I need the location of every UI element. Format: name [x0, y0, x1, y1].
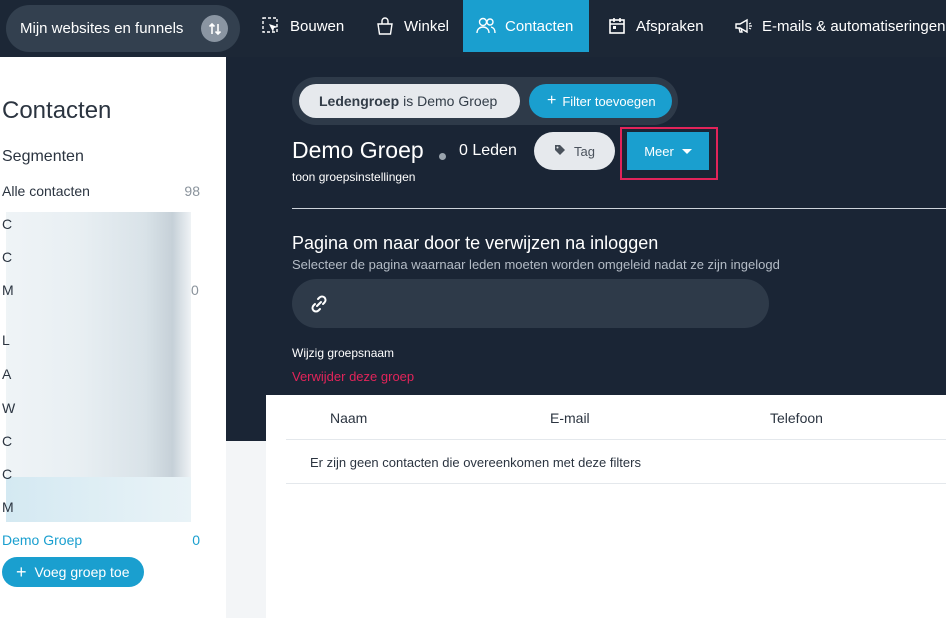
add-filter-label: Filter toevoegen	[562, 93, 656, 109]
sidebar-item-stub[interactable]: C	[2, 433, 12, 449]
sidebar-item-label: Demo Groep	[2, 532, 83, 548]
redirect-url-field[interactable]	[292, 279, 769, 328]
content-gutter	[226, 441, 266, 618]
add-group-button[interactable]: + Voeg groep toe	[2, 557, 144, 587]
tag-icon	[554, 144, 566, 159]
nav-item-winkel[interactable]: Winkel	[368, 0, 456, 52]
nav-label: Contacten	[505, 17, 574, 35]
calendar-icon	[606, 15, 628, 37]
more-label: Meer	[644, 143, 674, 159]
sidebar-item-stub[interactable]: C	[2, 249, 12, 265]
more-dropdown-button[interactable]: Meer	[627, 132, 709, 170]
sidebar-item-count: 98	[184, 183, 200, 199]
build-icon	[260, 15, 282, 37]
megaphone-icon	[732, 15, 754, 37]
column-header-phone[interactable]: Telefoon	[770, 410, 823, 426]
empty-state-message: Er zijn geen contacten die overeenkomen …	[310, 455, 641, 470]
group-title: Demo Groep	[292, 137, 424, 163]
highlight-box: Meer	[620, 127, 718, 180]
delete-group-link[interactable]: Verwijder deze groep	[292, 369, 414, 384]
sidebar-item-stub[interactable]: C	[2, 466, 12, 482]
nav-label: Winkel	[404, 17, 450, 35]
sidebar-item-stub[interactable]: M	[2, 499, 14, 515]
segments-heading: Segmenten	[2, 148, 84, 165]
plus-icon: +	[547, 92, 557, 109]
sidebar-item-all-contacts[interactable]: Alle contacten 98	[2, 183, 200, 199]
sidebar-heading-stub: L	[2, 332, 10, 348]
tag-button[interactable]: Tag	[534, 132, 615, 170]
blurred-list-region	[6, 477, 191, 522]
sidebar-item-count: 0	[192, 532, 200, 548]
sidebar-title: Contacten	[2, 97, 112, 124]
add-filter-button[interactable]: + Filter toevoegen	[529, 84, 672, 118]
rename-group-link[interactable]: Wijzig groepsnaam	[292, 346, 394, 360]
redirect-subtitle: Selecteer de pagina waarnaar leden moete…	[292, 257, 780, 272]
contacts-table: Naam E-mail Telefoon Er zijn geen contac…	[266, 395, 946, 618]
sidebar-item-demo-groep[interactable]: Demo Groep 0	[2, 532, 200, 548]
blurred-list-region	[6, 212, 191, 522]
divider	[292, 208, 946, 209]
filter-chip-key: Ledengroep	[319, 93, 400, 109]
header-divider	[286, 439, 946, 440]
swap-arrows-icon[interactable]	[201, 15, 228, 42]
sidebar-item-stub[interactable]: W	[2, 400, 15, 416]
member-count: 0 Leden	[459, 142, 517, 159]
site-switcher-label: Mijn websites en funnels	[20, 20, 184, 37]
row-divider	[286, 483, 946, 484]
main-content: Ledengroep is Demo Groep + Filter toevoe…	[226, 57, 946, 618]
tag-label: Tag	[574, 143, 595, 159]
filter-chip[interactable]: Ledengroep is Demo Groep	[299, 84, 520, 118]
caret-down-icon	[681, 148, 692, 154]
sidebar: Contacten Segmenten Alle contacten 98 C …	[0, 57, 226, 618]
nav-item-emails[interactable]: E-mails & automatiseringen	[726, 0, 946, 52]
nav-label: Bouwen	[290, 17, 345, 35]
column-header-name[interactable]: Naam	[330, 410, 367, 426]
group-settings-link[interactable]: toon groepsinstellingen	[292, 170, 415, 184]
nav-item-afspraken[interactable]: Afspraken	[600, 0, 720, 52]
shop-bag-icon	[374, 15, 396, 37]
sidebar-item-count: 0	[191, 282, 199, 298]
sidebar-item-stub[interactable]: A	[2, 366, 11, 382]
top-navigation: Mijn websites en funnels Bouwen Winkel C…	[0, 0, 946, 57]
add-group-label: Voeg groep toe	[34, 564, 130, 580]
nav-item-bouwen[interactable]: Bouwen	[254, 0, 354, 52]
filter-bar: Ledengroep is Demo Groep + Filter toevoe…	[292, 77, 678, 125]
contacts-icon	[475, 15, 497, 37]
redirect-title: Pagina om naar door te verwijzen na inlo…	[292, 233, 659, 253]
sidebar-item-label: Alle contacten	[2, 183, 90, 199]
sidebar-item-stub[interactable]: C	[2, 216, 12, 232]
separator-dot	[439, 153, 446, 160]
plus-icon: +	[16, 562, 27, 582]
sidebar-item-stub[interactable]: M	[2, 282, 14, 298]
filter-chip-value: is Demo Groep	[403, 93, 498, 109]
nav-label: Afspraken	[636, 17, 704, 35]
nav-item-contacten[interactable]: Contacten	[463, 0, 589, 52]
column-header-email[interactable]: E-mail	[550, 410, 590, 426]
site-switcher[interactable]: Mijn websites en funnels	[6, 5, 240, 52]
nav-label: E-mails & automatiseringen	[762, 17, 946, 35]
link-icon	[308, 293, 330, 320]
